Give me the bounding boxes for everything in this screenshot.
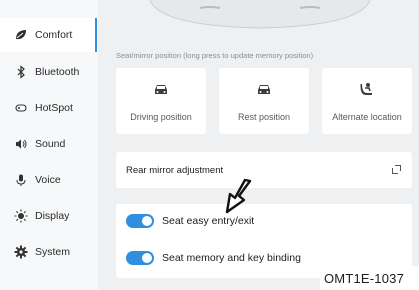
sidebar: Comfort Bluetooth HotSpot Sound Voice Di… bbox=[0, 0, 98, 290]
person-seat-icon bbox=[360, 83, 372, 95]
sidebar-item-comfort[interactable]: Comfort bbox=[0, 18, 98, 52]
sidebar-item-bluetooth[interactable]: Bluetooth bbox=[0, 55, 98, 89]
sidebar-item-label: Comfort bbox=[35, 29, 73, 41]
brightness-icon bbox=[14, 209, 28, 223]
toggle-knob bbox=[142, 253, 152, 263]
car-icon bbox=[155, 85, 167, 94]
sidebar-item-label: Voice bbox=[35, 174, 61, 186]
car-icon bbox=[258, 85, 270, 94]
rest-position-button[interactable]: Rest position bbox=[219, 68, 309, 134]
position-label: Driving position bbox=[130, 112, 192, 122]
comfort-icon bbox=[14, 28, 28, 42]
bluetooth-icon bbox=[14, 65, 28, 79]
open-external-icon bbox=[392, 165, 401, 174]
seat-memory-row: Seat memory and key binding bbox=[126, 249, 301, 267]
seat-memory-toggle[interactable] bbox=[126, 251, 154, 265]
position-label: Rest position bbox=[237, 112, 291, 122]
car-illustration bbox=[149, 0, 371, 29]
callout-arrow-icon bbox=[225, 178, 252, 214]
seat-easy-entry-toggle[interactable] bbox=[126, 214, 154, 228]
sidebar-item-label: HotSpot bbox=[35, 102, 73, 114]
sidebar-item-label: Sound bbox=[35, 138, 66, 150]
driving-position-button[interactable]: Driving position bbox=[116, 68, 206, 134]
active-indicator bbox=[95, 18, 97, 52]
seat-memory-label: Seat memory and key binding bbox=[162, 252, 301, 264]
section-label: Seat/mirror position (long press to upda… bbox=[116, 51, 314, 60]
seat-easy-entry-label: Seat easy entry/exit bbox=[162, 215, 255, 227]
sidebar-item-display[interactable]: Display bbox=[0, 199, 98, 233]
figure-code: OMT1E-1037 bbox=[320, 266, 419, 290]
sidebar-item-system[interactable]: System bbox=[0, 235, 98, 269]
gear-icon bbox=[14, 245, 28, 259]
rear-mirror-adjustment-row[interactable]: Rear mirror adjustment bbox=[116, 152, 412, 188]
comfort-panel: Seat/mirror position (long press to upda… bbox=[100, 0, 419, 290]
sound-icon bbox=[14, 137, 28, 151]
rear-mirror-label: Rear mirror adjustment bbox=[126, 164, 224, 176]
position-label: Alternate location bbox=[332, 112, 402, 122]
sidebar-item-label: Bluetooth bbox=[35, 66, 80, 78]
sidebar-item-voice[interactable]: Voice bbox=[0, 163, 98, 197]
settings-screen: Comfort Bluetooth HotSpot Sound Voice Di… bbox=[0, 0, 419, 290]
hotspot-icon bbox=[14, 101, 28, 115]
microphone-icon bbox=[14, 173, 28, 187]
sidebar-item-hotspot[interactable]: HotSpot bbox=[0, 91, 98, 125]
alternate-location-button[interactable]: Alternate location bbox=[322, 68, 412, 134]
sidebar-item-sound[interactable]: Sound bbox=[0, 127, 98, 161]
sidebar-item-label: System bbox=[35, 246, 71, 258]
sidebar-item-label: Display bbox=[35, 210, 70, 222]
toggle-knob bbox=[142, 216, 152, 226]
